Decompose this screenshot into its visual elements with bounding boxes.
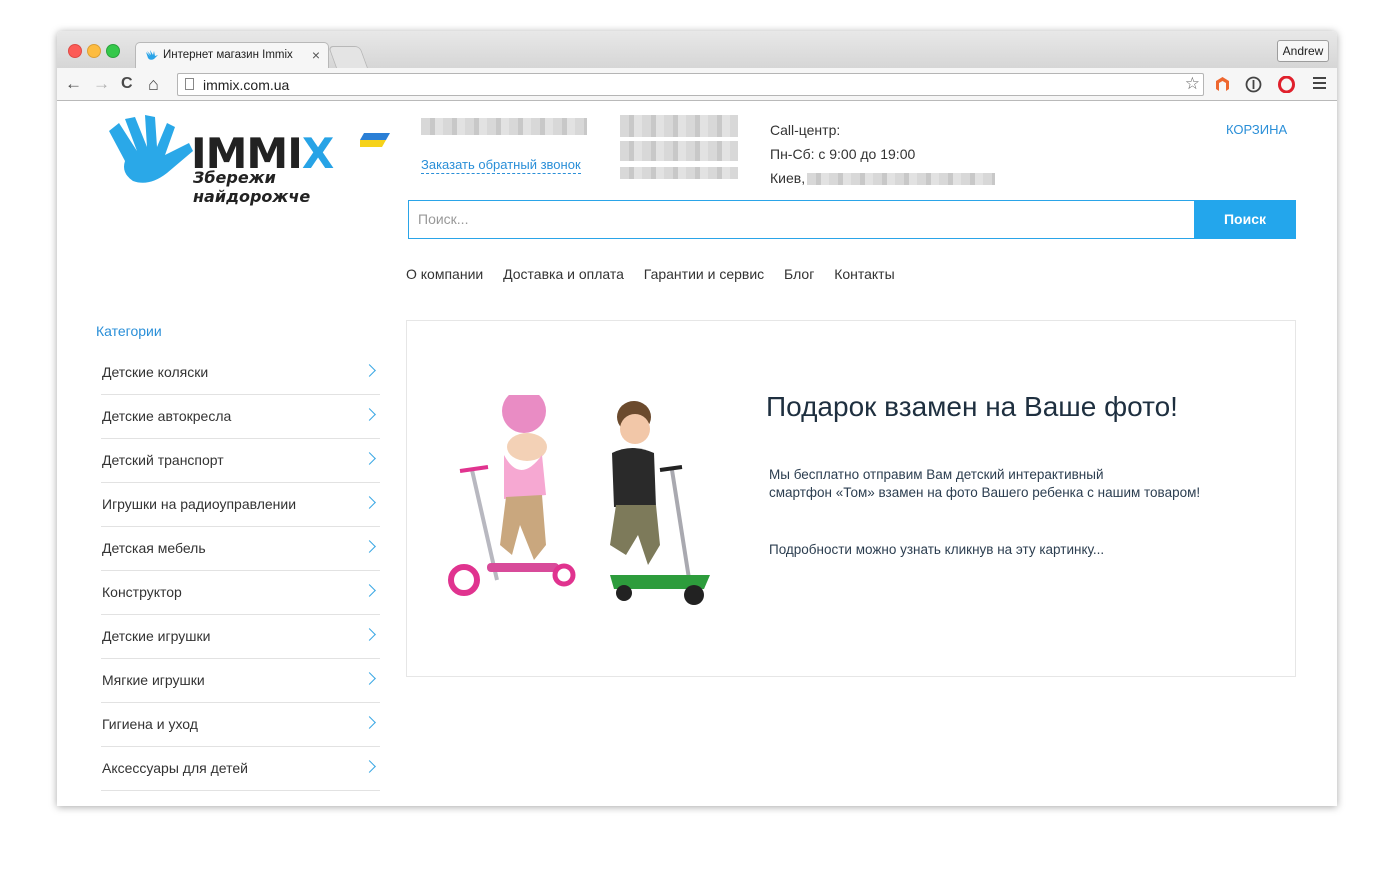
category-item[interactable]: Детские игрушки: [101, 615, 380, 659]
promo-text: Мы бесплатно отправим Вам детский интера…: [769, 467, 1201, 500]
info-extension-icon[interactable]: [1245, 76, 1262, 93]
chevron-right-icon: [363, 672, 376, 685]
site-logo[interactable]: IMMIX Збережи найдорожче: [105, 111, 395, 206]
nav-warranty[interactable]: Гарантии и сервис: [644, 266, 764, 282]
search-button[interactable]: Поиск: [1194, 200, 1296, 239]
nav-delivery[interactable]: Доставка и оплата: [503, 266, 624, 282]
chevron-right-icon: [363, 496, 376, 509]
blurred-phone: [421, 118, 587, 135]
forward-icon[interactable]: →: [93, 74, 110, 94]
category-item[interactable]: Конструктор: [101, 571, 380, 615]
reload-icon[interactable]: C: [121, 74, 133, 94]
blurred-phone-4: [620, 167, 738, 179]
search-input[interactable]: Поиск...: [408, 200, 1195, 239]
chevron-right-icon: [363, 540, 376, 553]
category-item[interactable]: Игрушки на радиоуправлении: [101, 483, 380, 527]
category-label: Детские коляски: [102, 364, 209, 380]
chevron-right-icon: [363, 408, 376, 421]
category-label: Детские игрушки: [102, 628, 211, 644]
chrome-menu-icon[interactable]: [1313, 77, 1326, 92]
chevron-right-icon: [363, 628, 376, 641]
category-list: Детские коляски Детские автокресла Детск…: [101, 351, 380, 791]
hand-logo-icon: [109, 115, 193, 183]
close-window-button[interactable]: [68, 44, 82, 58]
chevron-right-icon: [363, 584, 376, 597]
promo-banner[interactable]: Подарок взамен на Ваше фото! Мы бесплатн…: [406, 320, 1296, 677]
chevron-right-icon: [363, 364, 376, 377]
chevron-right-icon: [363, 716, 376, 729]
category-item[interactable]: Мягкие игрушки: [101, 659, 380, 703]
address-bar[interactable]: immix.com.ua ☆: [177, 73, 1204, 96]
tab-title: Интернет магазин Immix: [163, 49, 293, 61]
category-label: Аксессуары для детей: [102, 760, 248, 776]
tab-close-icon[interactable]: ×: [312, 47, 320, 63]
contact-info: Call-центр: Пн-Сб: с 9:00 до 19:00 Киев,: [770, 118, 996, 190]
category-item[interactable]: Детская мебель: [101, 527, 380, 571]
magento-extension-icon[interactable]: [1214, 76, 1231, 93]
address: Киев,: [770, 166, 996, 190]
category-label: Детская мебель: [102, 540, 206, 556]
browser-toolbar: ← → C ⌂ immix.com.ua ☆: [57, 68, 1337, 101]
url-text: immix.com.ua: [203, 77, 290, 93]
minimize-window-button[interactable]: [87, 44, 101, 58]
category-item[interactable]: Гигиена и уход: [101, 703, 380, 747]
chevron-right-icon: [363, 452, 376, 465]
title-bar: Интернет магазин Immix × Andrew: [57, 31, 1337, 68]
bookmark-star-icon[interactable]: ☆: [1185, 74, 1200, 94]
nav-contacts[interactable]: Контакты: [834, 266, 894, 282]
category-label: Игрушки на радиоуправлении: [102, 496, 297, 512]
category-item[interactable]: Аксессуары для детей: [101, 747, 380, 791]
nav-about[interactable]: О компании: [406, 266, 483, 282]
ukraine-flag-icon: [360, 133, 390, 147]
profile-button[interactable]: Andrew: [1277, 40, 1329, 62]
browser-tab[interactable]: Интернет магазин Immix ×: [135, 42, 329, 68]
opera-extension-icon[interactable]: [1278, 76, 1295, 93]
back-icon[interactable]: ←: [65, 74, 82, 94]
category-item[interactable]: Детский транспорт: [101, 439, 380, 483]
browser-window: Интернет магазин Immix × Andrew ← → C ⌂ …: [57, 31, 1337, 806]
category-label: Детские автокресла: [102, 408, 232, 424]
category-label: Гигиена и уход: [102, 716, 198, 732]
blurred-phone-2: [620, 115, 738, 137]
working-hours: Пн-Сб: с 9:00 до 19:00: [770, 146, 916, 162]
web-page: IMMIX Збережи найдорожче Заказать обратн…: [57, 101, 1337, 806]
home-icon[interactable]: ⌂: [148, 74, 159, 94]
category-label: Мягкие игрушки: [102, 672, 205, 688]
page-icon: [185, 78, 194, 90]
chevron-right-icon: [363, 760, 376, 773]
hand-favicon-icon: [146, 50, 158, 60]
category-label: Конструктор: [102, 584, 182, 600]
blurred-phone-3: [620, 141, 738, 161]
nav-blog[interactable]: Блог: [784, 266, 814, 282]
promo-details-link[interactable]: Подробности можно узнать кликнув на эту …: [769, 542, 1104, 557]
call-center-label: Call-центр:: [770, 122, 841, 138]
promo-title: Подарок взамен на Ваше фото!: [766, 391, 1178, 422]
zoom-window-button[interactable]: [106, 44, 120, 58]
cart-link[interactable]: КОРЗИНА: [1226, 122, 1287, 137]
logo-slogan: Збережи найдорожче: [193, 168, 311, 206]
category-label: Детский транспорт: [102, 452, 224, 468]
category-item[interactable]: Детские коляски: [101, 351, 380, 395]
top-navigation: О компании Доставка и оплата Гарантии и …: [406, 266, 911, 282]
categories-title: Категории: [96, 323, 162, 339]
new-tab-button[interactable]: [327, 46, 369, 68]
category-item[interactable]: Детские автокресла: [101, 395, 380, 439]
kids-on-scooters-image: [448, 395, 710, 605]
callback-link[interactable]: Заказать обратный звонок: [421, 157, 581, 174]
